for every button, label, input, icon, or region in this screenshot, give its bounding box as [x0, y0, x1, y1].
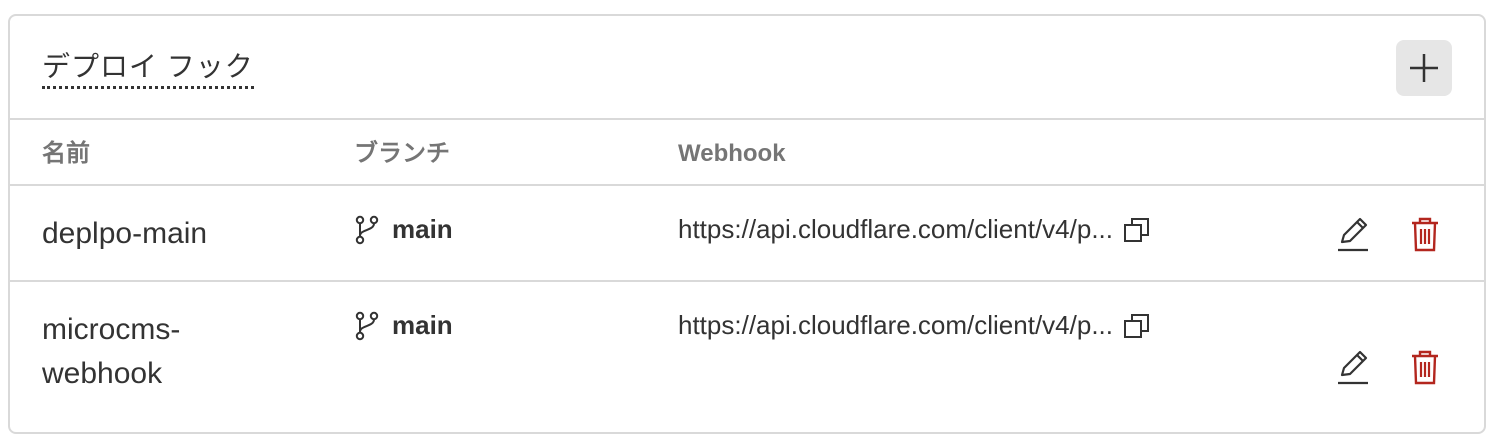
trash-icon[interactable] [1410, 216, 1440, 252]
column-header-branch: ブランチ [354, 140, 450, 167]
pencil-icon[interactable] [1336, 349, 1370, 385]
webhook-url: https://api.cloudflare.com/client/v4/p..… [678, 214, 1113, 244]
card-header: デプロイ フック [10, 16, 1484, 120]
webhook-cell: https://api.cloudflare.com/client/v4/p..… [678, 310, 1151, 341]
table-row: microcms-webhook main https://api.cloudf… [10, 282, 1484, 432]
column-header-webhook: Webhook [678, 140, 786, 167]
pencil-icon[interactable] [1336, 216, 1370, 252]
hook-name: deplpo-main [42, 217, 208, 250]
webhook-cell: https://api.cloudflare.com/client/v4/p..… [678, 214, 1151, 245]
copy-icon[interactable] [1123, 216, 1151, 244]
trash-icon[interactable] [1410, 349, 1440, 385]
webhook-url: https://api.cloudflare.com/client/v4/p..… [678, 310, 1113, 340]
column-header-name: 名前 [42, 140, 90, 167]
plus-icon [1410, 54, 1438, 82]
deploy-hooks-card: デプロイ フック 名前 ブランチ Webhook deplpo-main mai… [8, 14, 1486, 434]
branch-name: main [392, 214, 453, 244]
table-row: deplpo-main main https://api.cloudflare.… [10, 186, 1484, 282]
git-branch-icon [355, 215, 379, 244]
card-title[interactable]: デプロイ フック [42, 50, 254, 89]
branch-name: main [392, 310, 453, 340]
copy-icon[interactable] [1123, 312, 1151, 340]
git-branch-icon [355, 311, 379, 340]
branch-cell: main [354, 310, 453, 341]
add-deploy-hook-button[interactable] [1396, 40, 1452, 96]
hook-name: microcms-webhook [42, 313, 181, 390]
table-header: 名前 ブランチ Webhook [10, 120, 1484, 186]
branch-cell: main [354, 214, 453, 245]
